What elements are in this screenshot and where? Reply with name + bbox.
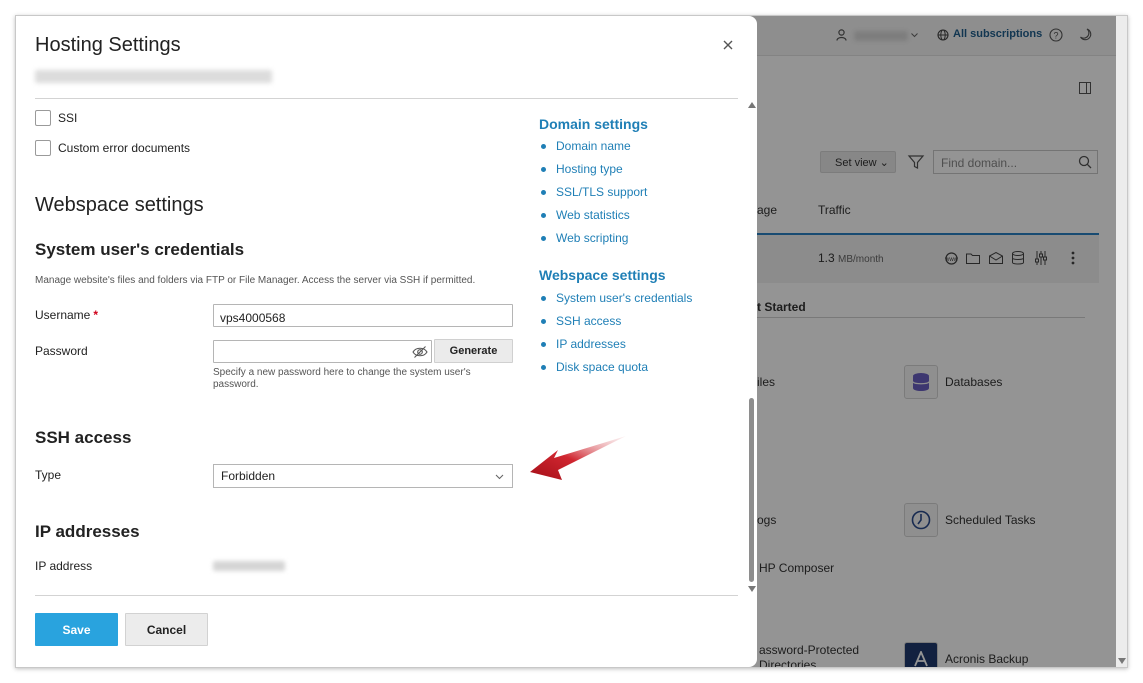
nav-link-disk-space-quota[interactable]: Disk space quota [539,360,692,383]
ssh-type-select[interactable]: Forbidden [213,464,513,488]
nav-link-ssh-access[interactable]: SSH access [539,314,692,337]
nav-link-web-statistics[interactable]: Web statistics [539,208,647,231]
password-input[interactable] [213,340,432,363]
domain-name-blurred [35,70,272,83]
annotation-arrow-icon [530,436,626,480]
nav-webspace-settings-heading[interactable]: Webspace settings [539,267,666,283]
required-mark: * [93,308,99,322]
screenshot-frame: All subscriptions ? Set view ⌄ Find doma… [15,15,1128,668]
credentials-description: Manage website's files and folders via F… [35,275,476,286]
nav-link-hosting-type[interactable]: Hosting type [539,162,647,185]
nav-webspace-links: System user's credentials SSH access IP … [539,291,692,383]
ip-addresses-heading: IP addresses [35,522,140,541]
chevron-down-icon [495,474,504,480]
nav-link-ip-addresses[interactable]: IP addresses [539,337,692,360]
scroll-down-arrow-icon[interactable] [748,585,756,593]
scroll-up-arrow-icon[interactable] [748,101,756,109]
nav-link-system-user-credentials[interactable]: System user's credentials [539,291,692,314]
footer-divider [35,595,738,596]
nav-link-web-scripting[interactable]: Web scripting [539,231,647,254]
ip-address-label: IP address [35,559,93,573]
ssh-access-heading: SSH access [35,428,132,447]
nav-link-domain-name[interactable]: Domain name [539,139,647,162]
close-icon[interactable] [717,34,739,56]
eye-slash-icon[interactable] [412,345,428,359]
nav-domain-settings-heading[interactable]: Domain settings [539,116,648,132]
ssh-type-value: Forbidden [221,469,276,483]
nav-link-ssl-tls-support[interactable]: SSL/TLS support [539,185,647,208]
webspace-settings-heading: Webspace settings [35,194,204,216]
header-divider [35,98,738,99]
cancel-button[interactable]: Cancel [125,613,208,646]
dialog-title: Hosting Settings [35,34,181,56]
scroll-down-arrow-icon[interactable] [1118,658,1126,664]
generate-password-button[interactable]: Generate [434,339,513,363]
ssh-type-label: Type [35,468,62,482]
ssi-checkbox[interactable] [35,110,51,126]
custom-error-documents-label: Custom error documents [58,141,191,155]
password-hint: Specify a new password here to change th… [213,367,471,390]
scrollbar-thumb[interactable] [749,398,754,582]
username-label: Username * [35,308,99,322]
credentials-heading: System user's credentials [35,240,245,259]
username-input[interactable] [213,304,513,327]
ssi-label: SSI [58,111,78,125]
nav-domain-links: Domain name Hosting type SSL/TLS support… [539,139,647,254]
ip-address-value-blurred [213,561,285,571]
hosting-settings-dialog: Hosting Settings SSI Custom error docume… [16,16,757,667]
page-scrollbar[interactable] [1116,16,1127,667]
custom-error-documents-checkbox[interactable] [35,140,51,156]
password-label: Password [35,344,88,358]
save-button[interactable]: Save [35,613,118,646]
